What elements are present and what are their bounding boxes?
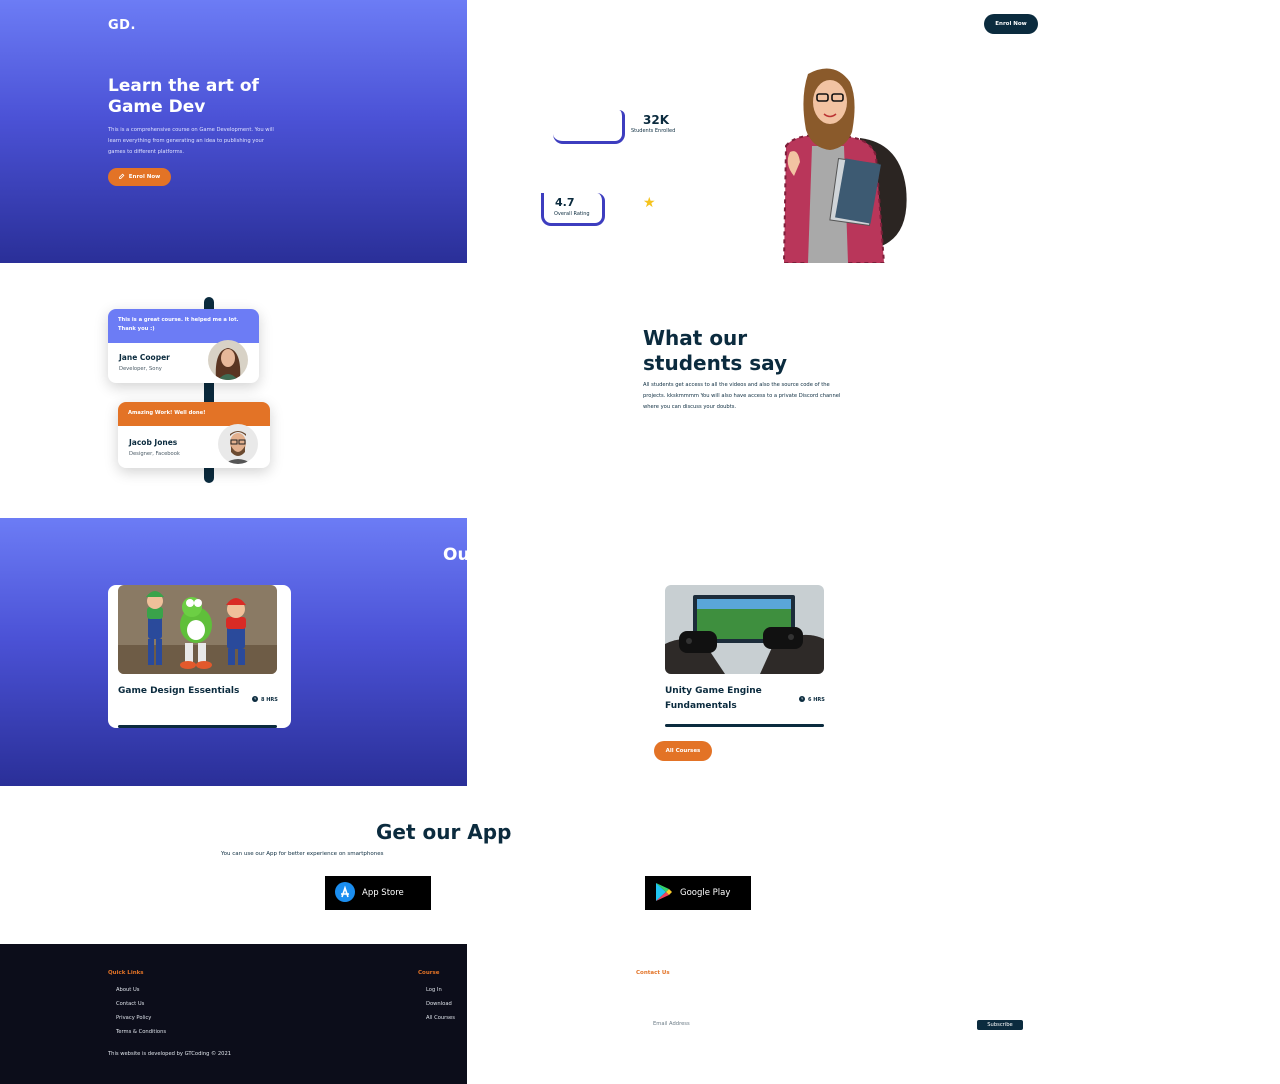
google-play-button[interactable]: Google Play xyxy=(645,876,751,910)
hero-enrol-button[interactable]: Enrol Now xyxy=(108,168,171,186)
courses-title: Ou xyxy=(443,545,467,565)
testimonial-quote: This is a great course. It helped me a l… xyxy=(108,309,259,343)
course-duration-label: 8 HRS xyxy=(261,697,278,703)
google-play-label: Google Play xyxy=(680,888,731,898)
testimonials-description: All students get access to all the video… xyxy=(643,382,841,410)
stat-rating-label: Overall Rating xyxy=(554,211,590,217)
footer-link-privacy[interactable]: Privacy Policy xyxy=(116,1015,151,1021)
app-subtitle: You can use our App for better experienc… xyxy=(221,851,384,857)
hero-enrol-label: Enrol Now xyxy=(128,174,161,180)
hero-title: Learn the art of Game Dev xyxy=(108,76,259,117)
stat-enrolled-label: Students Enrolled xyxy=(631,128,676,134)
app-store-icon xyxy=(335,881,355,905)
footer-course-title: Course xyxy=(418,970,440,976)
footer-link-login[interactable]: Log In xyxy=(426,987,442,993)
course-duration: 8 HRS xyxy=(252,696,278,704)
student-image xyxy=(764,66,910,264)
course-title: Game Design Essentials xyxy=(118,686,240,696)
course-progress-bar xyxy=(118,725,277,728)
avatar xyxy=(208,340,248,380)
course-image xyxy=(118,585,277,674)
app-store-label: App Store xyxy=(362,888,404,898)
subscribe-button[interactable]: Subscribe xyxy=(977,1020,1023,1030)
course-duration: 6 HRS xyxy=(799,696,825,704)
stat-enrolled-value: 32K xyxy=(643,113,669,127)
brand-logo[interactable]: GD. xyxy=(108,18,136,33)
footer-quick-links-title: Quick Links xyxy=(108,970,144,976)
testimonial-name: Jacob Jones xyxy=(129,438,178,447)
star-icon: ★ xyxy=(643,195,656,211)
edit-icon xyxy=(118,173,125,181)
testimonial-card: Amazing Work! Well done! Jacob Jones Des… xyxy=(118,402,270,468)
email-field[interactable]: Email Address xyxy=(653,1021,690,1027)
footer-copyright: This website is developed by GTCoding © … xyxy=(108,1051,232,1057)
course-title: Unity Game Engine Fundamentals xyxy=(665,686,762,711)
app-store-button[interactable]: App Store xyxy=(325,876,431,910)
footer-link-all-courses[interactable]: All Courses xyxy=(426,1015,455,1021)
testimonials-title: What our students say xyxy=(643,326,788,375)
testimonial-role: Designer, Facebook xyxy=(129,451,180,457)
testimonial-name: Jane Cooper xyxy=(119,353,170,362)
testimonial-card: This is a great course. It helped me a l… xyxy=(108,309,259,383)
course-image xyxy=(665,585,824,674)
all-courses-button[interactable]: All Courses xyxy=(654,741,712,761)
stat-rating-value: 4.7 xyxy=(555,196,575,209)
app-title: Get our App xyxy=(376,820,512,844)
footer-link-download[interactable]: Download xyxy=(426,1001,452,1007)
google-play-icon xyxy=(655,882,673,905)
stat-card-enrolled xyxy=(553,110,625,144)
avatar xyxy=(218,424,258,464)
footer-background xyxy=(0,944,467,1084)
course-card[interactable]: Game Design Essentials 8 HRS xyxy=(108,585,291,728)
nav-enrol-button[interactable]: Enrol Now xyxy=(984,14,1038,34)
footer-link-contact[interactable]: Contact Us xyxy=(116,1001,144,1007)
clock-icon xyxy=(252,696,258,704)
testimonial-quote: Amazing Work! Well done! xyxy=(118,402,270,426)
footer-link-terms[interactable]: Terms & Conditions xyxy=(116,1029,166,1035)
course-progress-bar xyxy=(665,724,824,727)
course-duration-label: 6 HRS xyxy=(808,697,825,703)
footer-contact-title: Contact Us xyxy=(636,970,670,976)
hero-subtitle: This is a comprehensive course on Game D… xyxy=(108,127,274,155)
testimonial-role: Developer, Sony xyxy=(119,366,162,372)
clock-icon xyxy=(799,696,805,704)
course-card[interactable]: Unity Game Engine Fundamentals 6 HRS xyxy=(665,585,825,730)
footer-link-about[interactable]: About Us xyxy=(116,987,140,993)
